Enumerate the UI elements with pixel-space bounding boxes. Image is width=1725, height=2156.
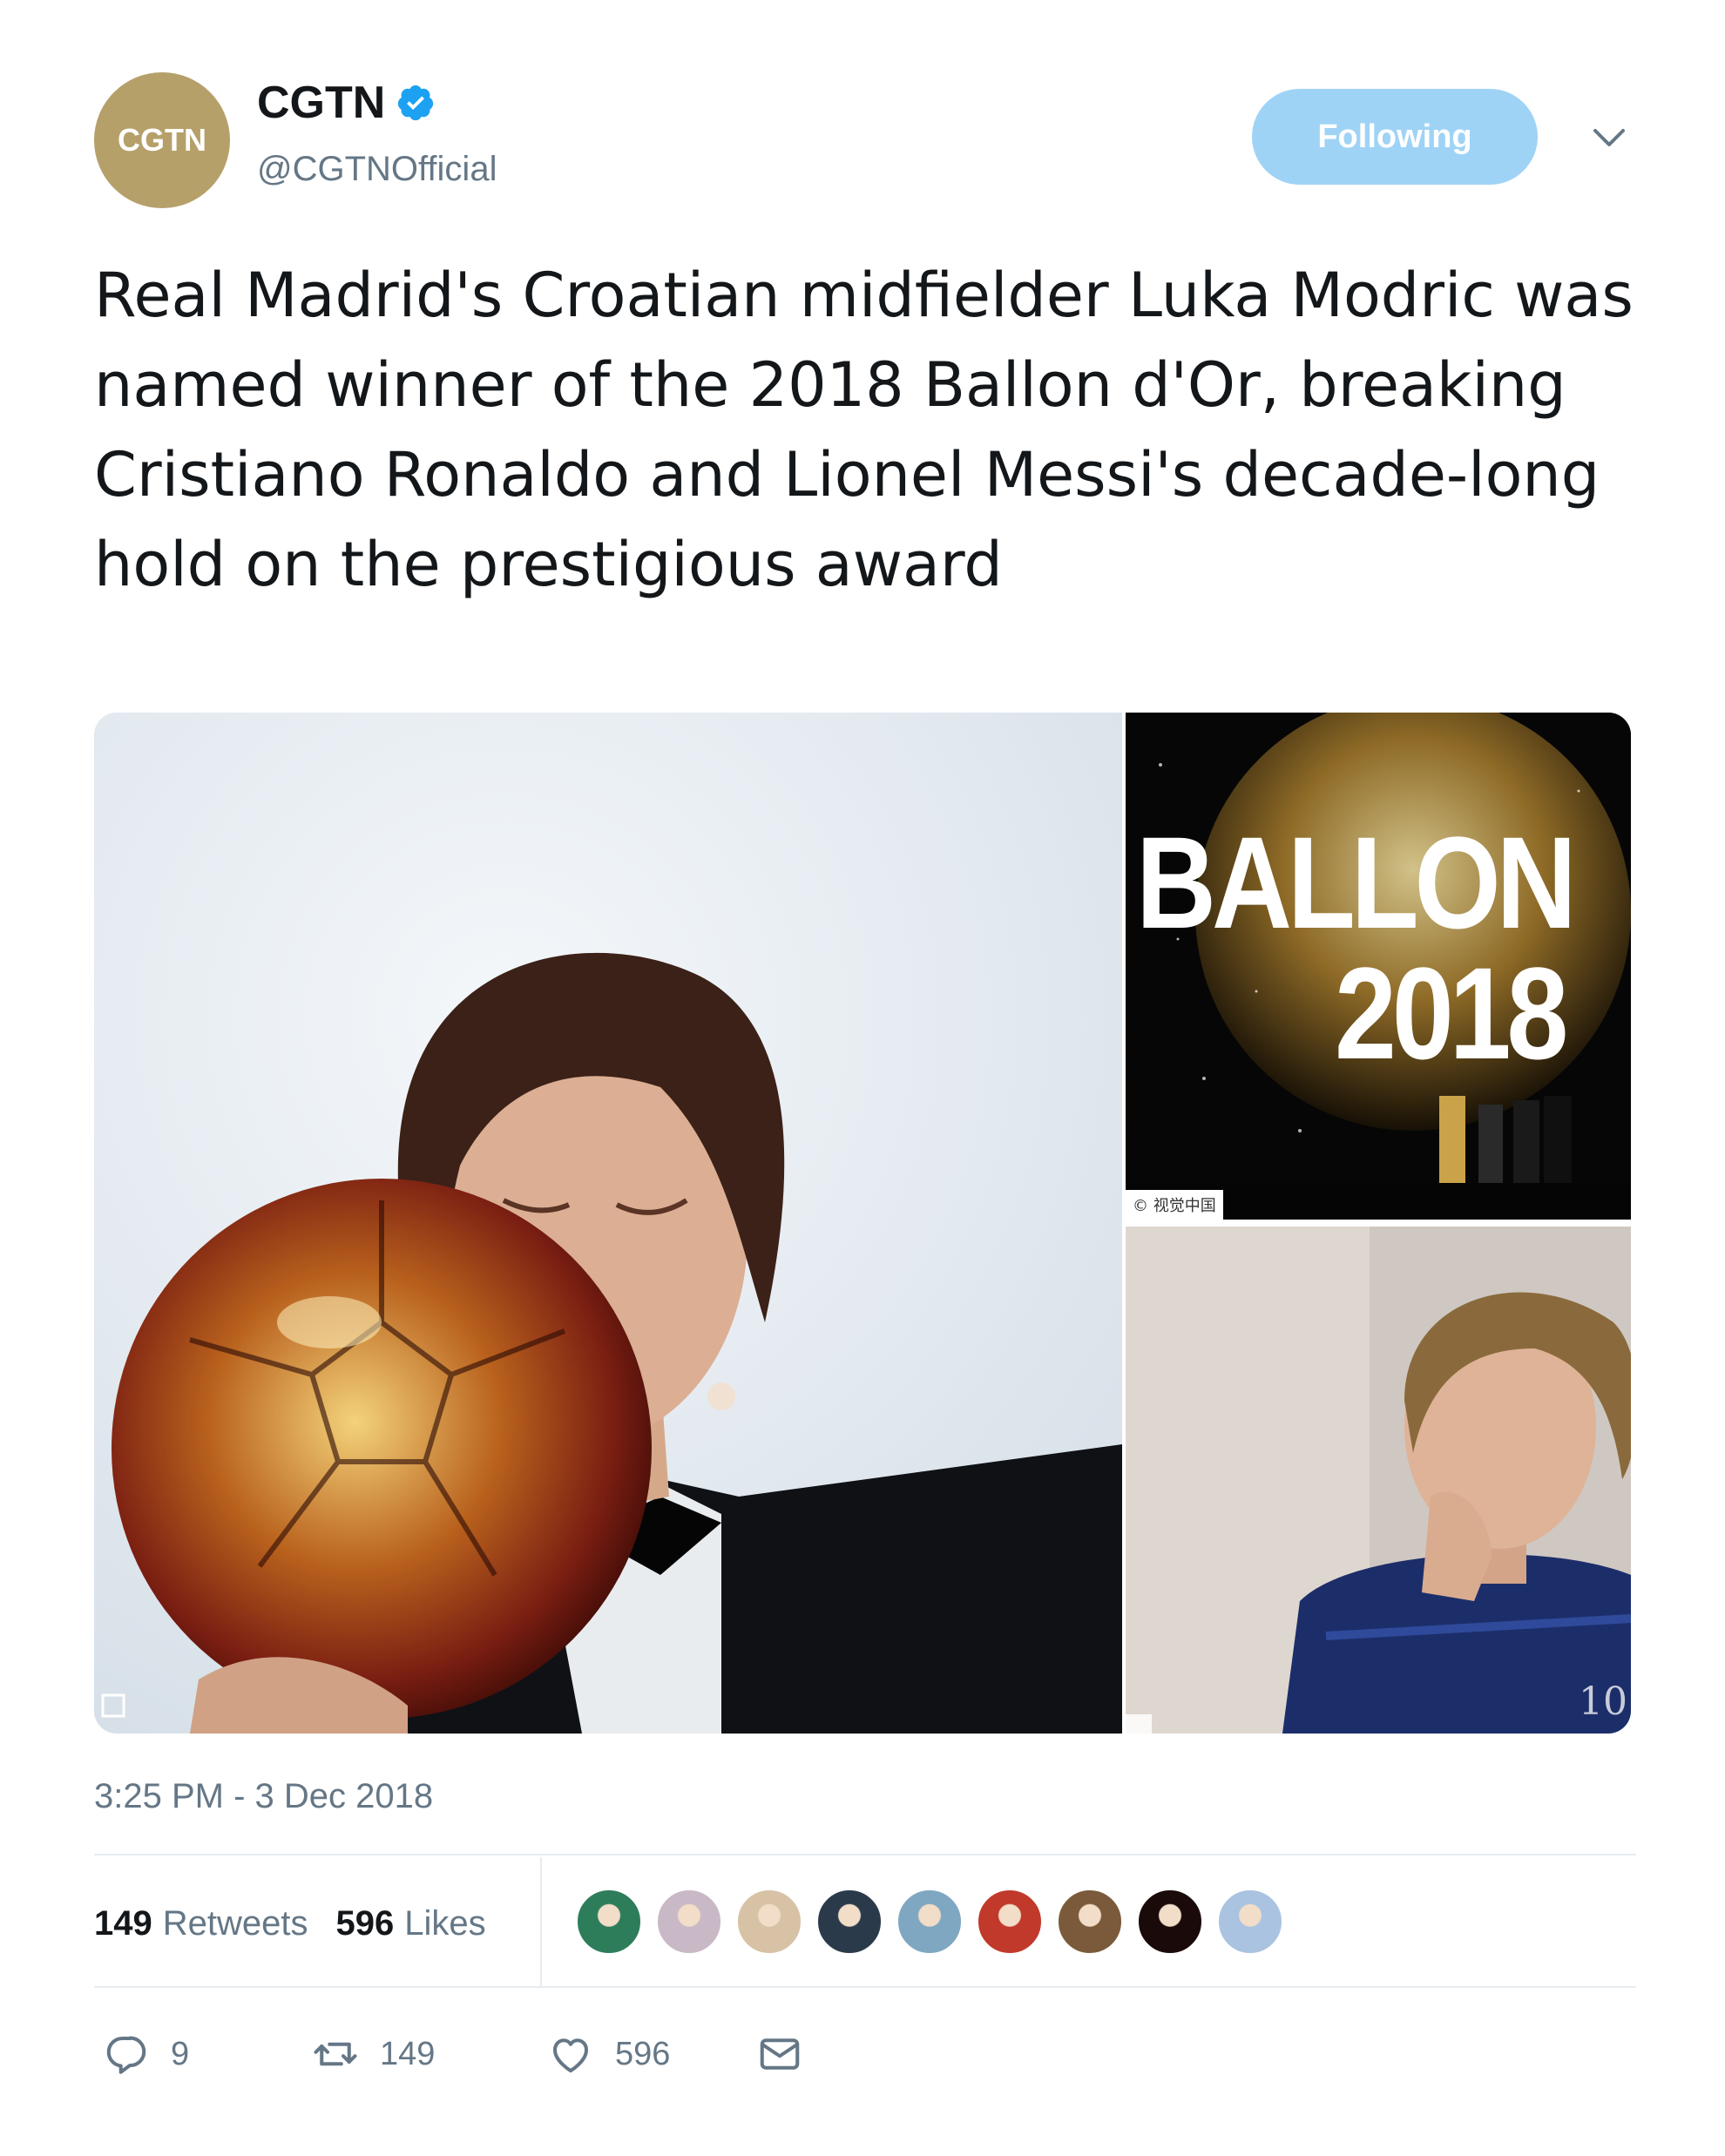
likes-label[interactable]: Likes	[404, 1904, 485, 1943]
divider-bottom	[94, 1986, 1636, 1988]
liker-avatar[interactable]	[655, 1888, 723, 1956]
like-button[interactable]: 596	[547, 2019, 670, 2089]
retweets-label[interactable]: Retweets	[163, 1904, 308, 1943]
media-grid: BALLON 2018 © 视觉中国 10	[94, 713, 1631, 1734]
like-count: 596	[615, 2035, 671, 2072]
stats-separator	[540, 1857, 542, 1986]
display-name[interactable]: CGTN	[257, 77, 385, 129]
liker-avatar[interactable]	[1216, 1888, 1284, 1956]
tweet-card: CGTN CGTN @CGTNOfficial Following Real M…	[0, 0, 1725, 2156]
liker-avatar[interactable]	[976, 1888, 1044, 1956]
ballon-title-text: BALLON	[1136, 809, 1577, 956]
liker-avatar[interactable]	[815, 1888, 883, 1956]
photo-credit: © 视觉中国	[1126, 1190, 1223, 1220]
liker-avatar[interactable]	[1056, 1888, 1124, 1956]
photo-modric-kissing-trophy[interactable]	[94, 713, 1122, 1734]
reply-count: 9	[171, 2035, 190, 2072]
heart-icon	[552, 2038, 589, 2073]
tweet-text: Real Madrid's Croatian midfielder Luka M…	[94, 260, 1634, 600]
ballon-year-text: 2018	[1335, 940, 1568, 1086]
likes-count[interactable]: 596	[336, 1904, 395, 1943]
liker-avatar[interactable]	[735, 1888, 803, 1956]
photo-bottom-illustration	[1126, 1227, 1631, 1734]
avatar-logo-text: CGTN	[118, 122, 206, 158]
retweet-button[interactable]: 149	[312, 2019, 435, 2089]
liker-avatars	[575, 1888, 1296, 1956]
photo-modric-portrait[interactable]: 10	[1126, 1227, 1631, 1734]
liker-avatar[interactable]	[896, 1888, 964, 1956]
following-button[interactable]: Following	[1252, 89, 1538, 185]
liker-avatar[interactable]	[575, 1888, 643, 1956]
reply-button[interactable]: 9	[103, 2019, 189, 2089]
photo-main-illustration	[94, 713, 1122, 1734]
retweet-icon	[314, 2042, 357, 2066]
handle[interactable]: @CGTNOfficial	[257, 150, 497, 189]
divider-top	[94, 1854, 1636, 1855]
retweets-count[interactable]: 149	[94, 1904, 152, 1943]
verified-badge-icon	[398, 84, 434, 121]
jersey-number: 10	[1579, 1680, 1627, 1724]
avatar[interactable]: CGTN	[94, 72, 230, 208]
action-bar: 9 149 596	[94, 2019, 878, 2089]
retweet-count: 149	[380, 2035, 436, 2072]
envelope-icon	[760, 2038, 800, 2070]
display-name-row[interactable]: CGTN	[257, 77, 436, 129]
direct-message-button[interactable]	[756, 2019, 824, 2089]
liker-avatar[interactable]	[1136, 1888, 1204, 1956]
timestamp[interactable]: 3:25 PM - 3 Dec 2018	[94, 1777, 433, 1816]
chevron-down-icon[interactable]	[1590, 124, 1628, 152]
stats-row: 149 Retweets 596 Likes	[94, 1899, 486, 1948]
photo-ballon-dor-ceremony[interactable]: BALLON 2018 © 视觉中国	[1126, 713, 1631, 1220]
reply-icon	[106, 2036, 146, 2074]
